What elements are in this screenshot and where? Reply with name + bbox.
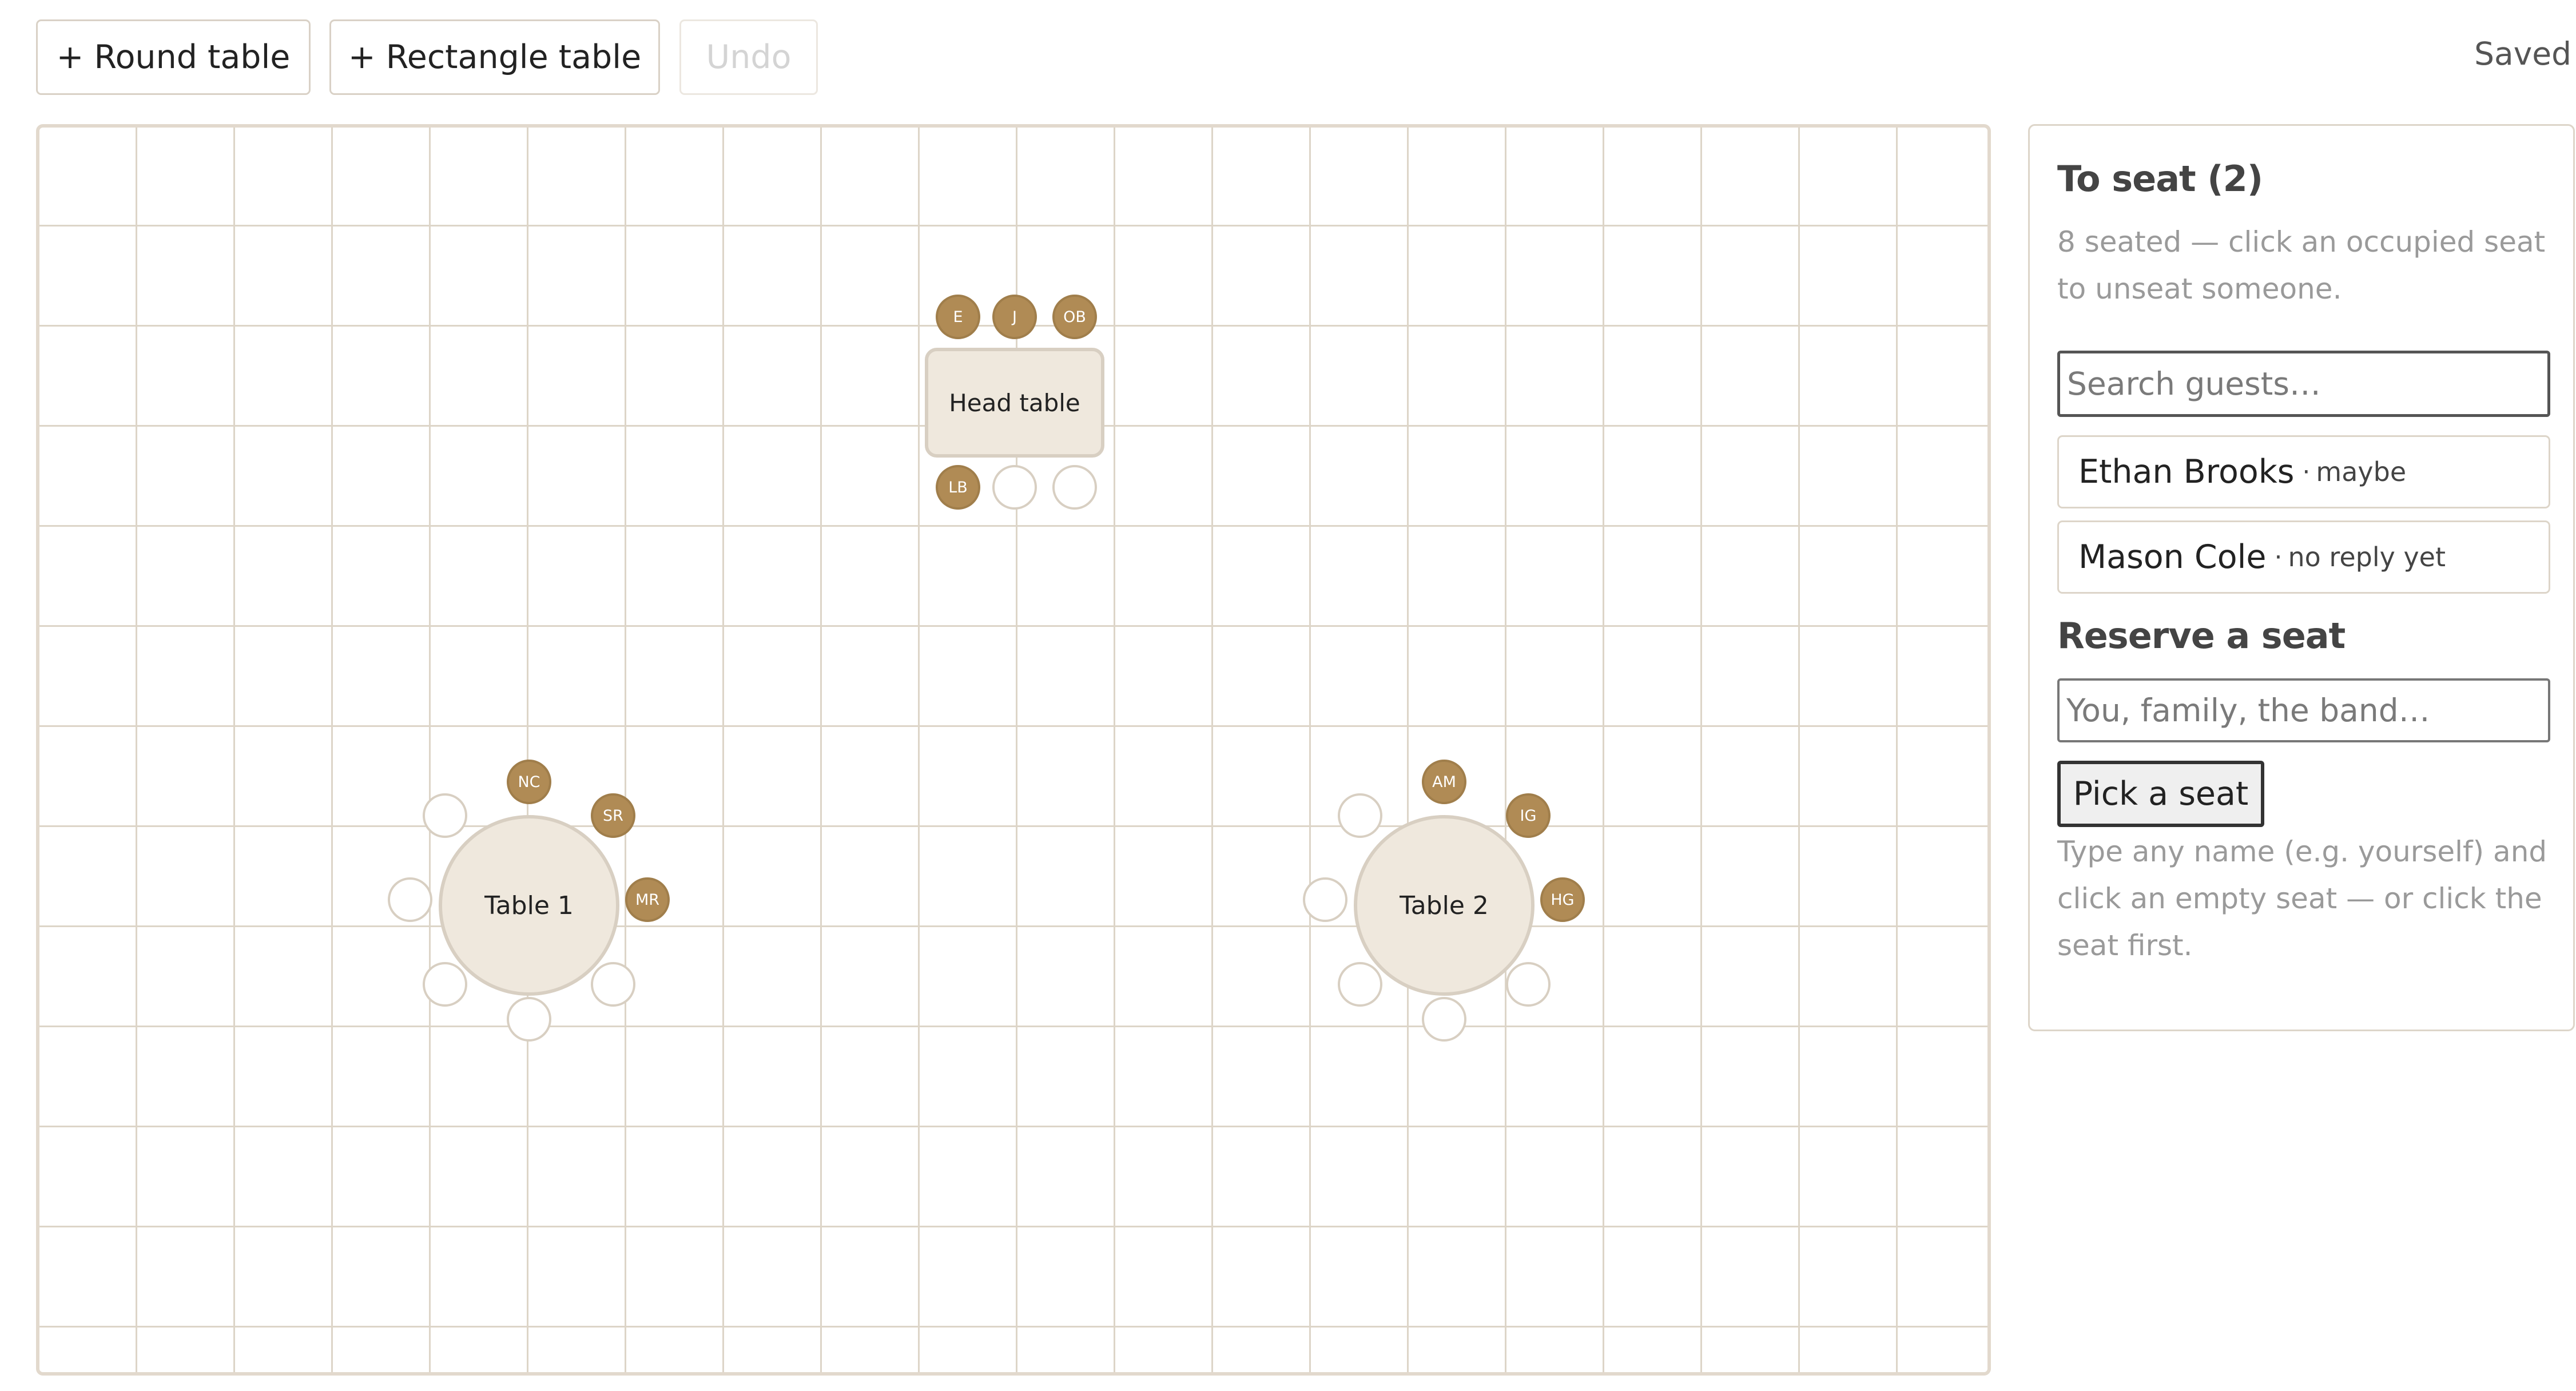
seat-table2-7[interactable] xyxy=(1303,877,1347,922)
table-2[interactable]: Table 2 xyxy=(1354,815,1535,996)
guest-rsvp-status: no reply yet xyxy=(2288,542,2446,573)
seat-table2-5[interactable] xyxy=(1422,997,1466,1042)
seat-table1-2[interactable]: SR xyxy=(591,793,635,838)
seat-head-bottom-3[interactable] xyxy=(1052,465,1097,510)
seat-table2-8[interactable] xyxy=(1338,793,1382,838)
guest-search-input[interactable] xyxy=(2057,351,2550,417)
head-table-label: Head table xyxy=(949,388,1080,417)
guest-separator: · xyxy=(2274,542,2283,572)
save-status: Saved xyxy=(2474,35,2571,72)
head-table[interactable]: Head table xyxy=(925,348,1104,458)
seat-table1-5[interactable] xyxy=(507,997,551,1042)
seat-table2-6[interactable] xyxy=(1338,962,1382,1007)
seat-table1-7[interactable] xyxy=(388,877,432,922)
reserve-hint: Type any name (e.g. yourself) and click … xyxy=(2057,835,2547,962)
seat-table1-3[interactable]: MR xyxy=(625,877,670,922)
guest-panel: To seat (2) 8 seated — click an occupied… xyxy=(2028,124,2575,1031)
guest-name: Ethan Brooks xyxy=(2078,453,2295,491)
seat-table2-4[interactable] xyxy=(1506,962,1551,1007)
seat-head-bottom-1[interactable]: LB xyxy=(936,465,980,510)
seat-table1-1[interactable]: NC xyxy=(507,760,551,804)
to-seat-title: To seat (2) xyxy=(2057,158,2263,200)
seat-table2-1[interactable]: AM xyxy=(1422,760,1466,804)
seat-head-top-1[interactable]: E xyxy=(936,295,980,339)
floor-plan-canvas[interactable]: Head table E J OB LB Table 1 NC SR MR Ta… xyxy=(36,124,1991,1376)
seat-head-top-2[interactable]: J xyxy=(992,295,1037,339)
guest-item[interactable]: Mason Cole · no reply yet xyxy=(2057,520,2550,594)
guest-item[interactable]: Ethan Brooks · maybe xyxy=(2057,435,2550,508)
guest-rsvp-status: maybe xyxy=(2316,456,2407,487)
reserve-title: Reserve a seat xyxy=(2057,615,2346,657)
seat-table1-8[interactable] xyxy=(423,793,467,838)
guest-separator: · xyxy=(2302,457,2311,487)
table-1[interactable]: Table 1 xyxy=(439,815,619,996)
seat-table1-4[interactable] xyxy=(591,962,635,1007)
to-seat-hint: 8 seated — click an occupied seat to uns… xyxy=(2057,225,2546,305)
table-2-label: Table 2 xyxy=(1400,891,1489,920)
seat-head-top-3[interactable]: OB xyxy=(1052,295,1097,339)
seat-table2-2[interactable]: IG xyxy=(1506,793,1551,838)
add-rectangle-table-button[interactable]: + Rectangle table xyxy=(329,19,660,95)
seat-table1-6[interactable] xyxy=(423,962,467,1007)
add-round-table-button[interactable]: + Round table xyxy=(36,19,311,95)
guest-name: Mason Cole xyxy=(2078,538,2267,576)
seat-table2-3[interactable]: HG xyxy=(1540,877,1585,922)
table-1-label: Table 1 xyxy=(484,891,574,920)
pick-seat-button[interactable]: Pick a seat xyxy=(2057,761,2264,827)
undo-button[interactable]: Undo xyxy=(679,19,818,95)
seat-head-bottom-2[interactable] xyxy=(992,465,1037,510)
reserve-name-input[interactable] xyxy=(2057,678,2550,742)
